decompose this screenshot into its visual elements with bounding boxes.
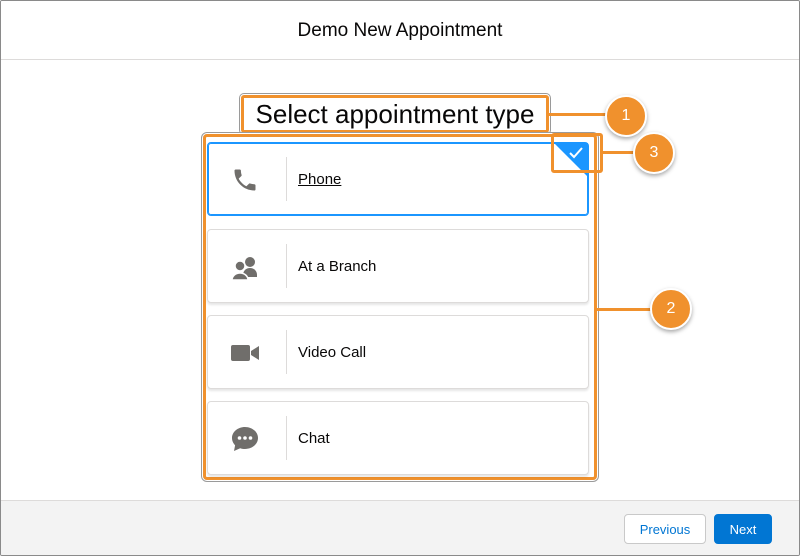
option-divider <box>286 330 287 374</box>
callout-2-leader <box>597 308 653 311</box>
callout-2-number: 2 <box>666 300 676 317</box>
chat-icon <box>230 424 260 454</box>
callout-3-number: 3 <box>649 144 659 161</box>
people-icon <box>230 252 260 282</box>
appointment-window: Demo New Appointment Select appointment … <box>0 0 800 556</box>
previous-button[interactable]: Previous <box>624 514 706 544</box>
option-label-chat: Chat <box>298 429 330 447</box>
option-chat[interactable]: Chat <box>207 401 589 475</box>
callout-1: 1 <box>605 95 647 137</box>
option-label-video-call: Video Call <box>298 343 367 361</box>
option-divider <box>286 157 287 201</box>
callout-3-leader <box>603 151 637 154</box>
heading-highlight: Select appointment type <box>241 95 549 133</box>
next-button[interactable]: Next <box>714 514 772 544</box>
video-camera-icon <box>230 338 260 368</box>
option-at-a-branch[interactable]: At a Branch <box>207 229 589 303</box>
phone-icon <box>230 165 260 195</box>
checkmark-highlight <box>551 133 603 173</box>
modal-footer: Previous Next <box>1 500 799 555</box>
option-label-phone: Phone <box>298 170 342 188</box>
option-divider <box>286 244 287 288</box>
callout-1-number: 1 <box>621 107 631 124</box>
callout-3: 3 <box>633 132 675 174</box>
option-phone[interactable]: Phone <box>207 142 589 216</box>
option-video-call[interactable]: Video Call <box>207 315 589 389</box>
callout-2: 2 <box>650 288 692 330</box>
option-divider <box>286 416 287 460</box>
section-heading: Select appointment type <box>255 98 535 129</box>
callout-1-leader <box>549 113 609 116</box>
option-label-at-a-branch: At a Branch <box>298 257 377 275</box>
page-title: Demo New Appointment <box>297 20 503 41</box>
modal-header: Demo New Appointment <box>1 1 799 60</box>
